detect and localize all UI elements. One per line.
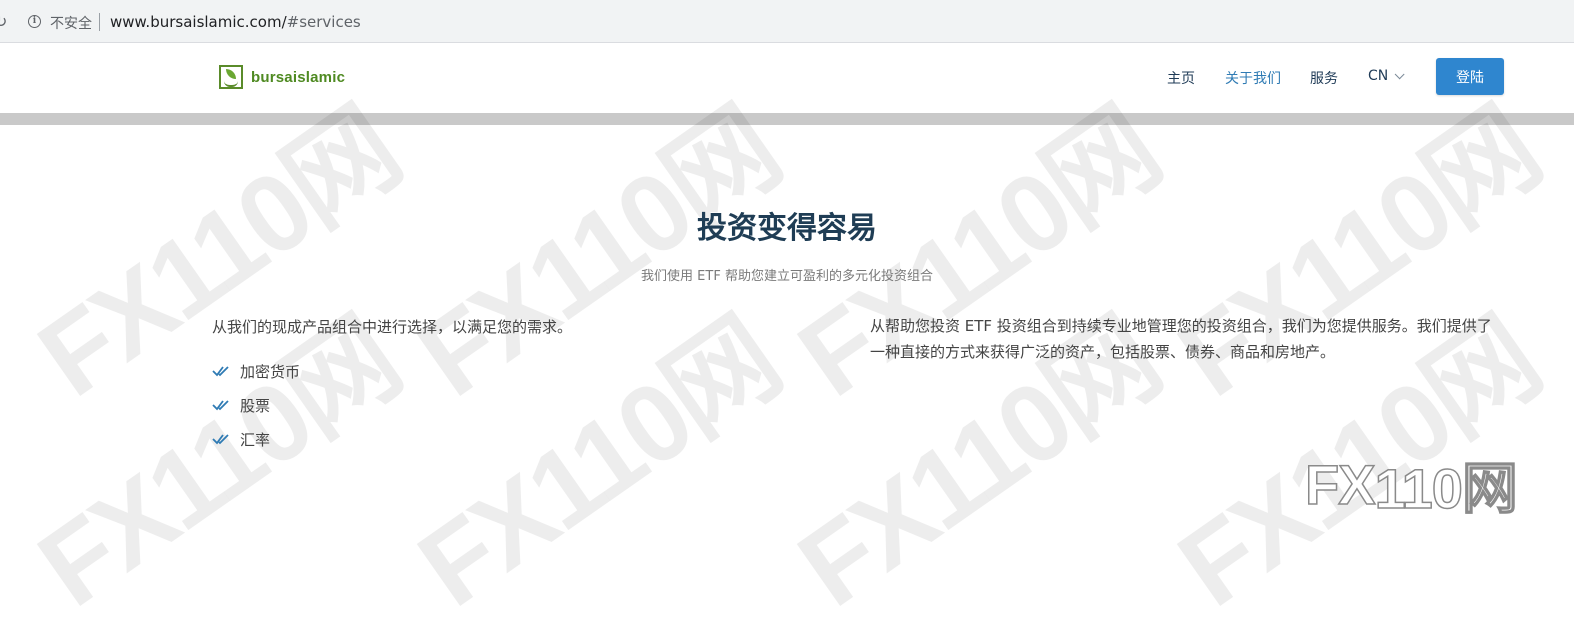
header-divider-band xyxy=(0,113,1574,125)
portfolio-section: 从我们的现成产品组合中进行选择，以满足您的需求。 加密货币 股票 汇率 xyxy=(212,316,772,449)
language-dropdown[interactable]: CN xyxy=(1368,68,1405,84)
chevron-down-icon xyxy=(1394,68,1405,79)
hand-shape xyxy=(224,80,238,87)
double-check-icon xyxy=(212,398,232,412)
feature-label: 加密货币 xyxy=(240,362,301,381)
nav-services[interactable]: 服务 xyxy=(1310,68,1338,88)
leaf-shape xyxy=(226,69,236,79)
watermark-logo: FX 110网 xyxy=(1304,444,1519,525)
omnibox[interactable]: ↻ i 不安全 www.bursaislamic.com/#services xyxy=(0,4,1574,38)
watermark-corner-text: 110网 xyxy=(1374,456,1519,521)
watermark-prefix: FX xyxy=(1304,452,1376,517)
site-logo[interactable]: bursaislamic xyxy=(219,65,345,89)
feature-label: 汇率 xyxy=(240,430,271,449)
page-title: 投资变得容易 xyxy=(697,211,877,246)
login-button[interactable]: 登陆 xyxy=(1436,58,1504,95)
url-text[interactable]: www.bursaislamic.com/#services xyxy=(110,13,361,31)
url-hash: #services xyxy=(286,13,361,31)
feature-label: 股票 xyxy=(240,396,271,415)
feature-list: 加密货币 股票 汇率 xyxy=(212,354,300,456)
page-subtitle: 我们使用 ETF 帮助您建立可盈利的多元化投资组合 xyxy=(641,269,933,284)
double-check-icon xyxy=(212,364,232,378)
url-host: www.bursaislamic.com/ xyxy=(110,13,287,31)
nav-about[interactable]: 关于我们 xyxy=(1225,68,1281,88)
address-divider xyxy=(99,13,100,31)
reload-icon[interactable]: ↻ xyxy=(0,12,8,31)
list-item: 股票 xyxy=(212,388,300,422)
services-description: 从帮助您投资 ETF 投资组合到持续专业地管理您的投资组合，我们为您提供服务。我… xyxy=(870,317,1492,361)
logo-text: bursaislamic xyxy=(251,68,346,86)
language-label: CN xyxy=(1368,68,1389,84)
nav-home[interactable]: 主页 xyxy=(1167,68,1195,88)
double-check-icon xyxy=(212,432,232,446)
plant-hand-icon xyxy=(219,65,243,89)
portfolio-intro: 从我们的现成产品组合中进行选择，以满足您的需求。 xyxy=(212,318,573,336)
list-item: 加密货币 xyxy=(212,354,300,388)
browser-address-bar: ↻ i 不安全 www.bursaislamic.com/#services xyxy=(0,0,1574,43)
site-header: bursaislamic 主页 关于我们 服务 CN 登陆 xyxy=(0,43,1574,113)
info-icon[interactable]: i xyxy=(28,15,41,28)
list-item: 汇率 xyxy=(212,422,300,456)
security-label[interactable]: 不安全 xyxy=(50,13,92,33)
